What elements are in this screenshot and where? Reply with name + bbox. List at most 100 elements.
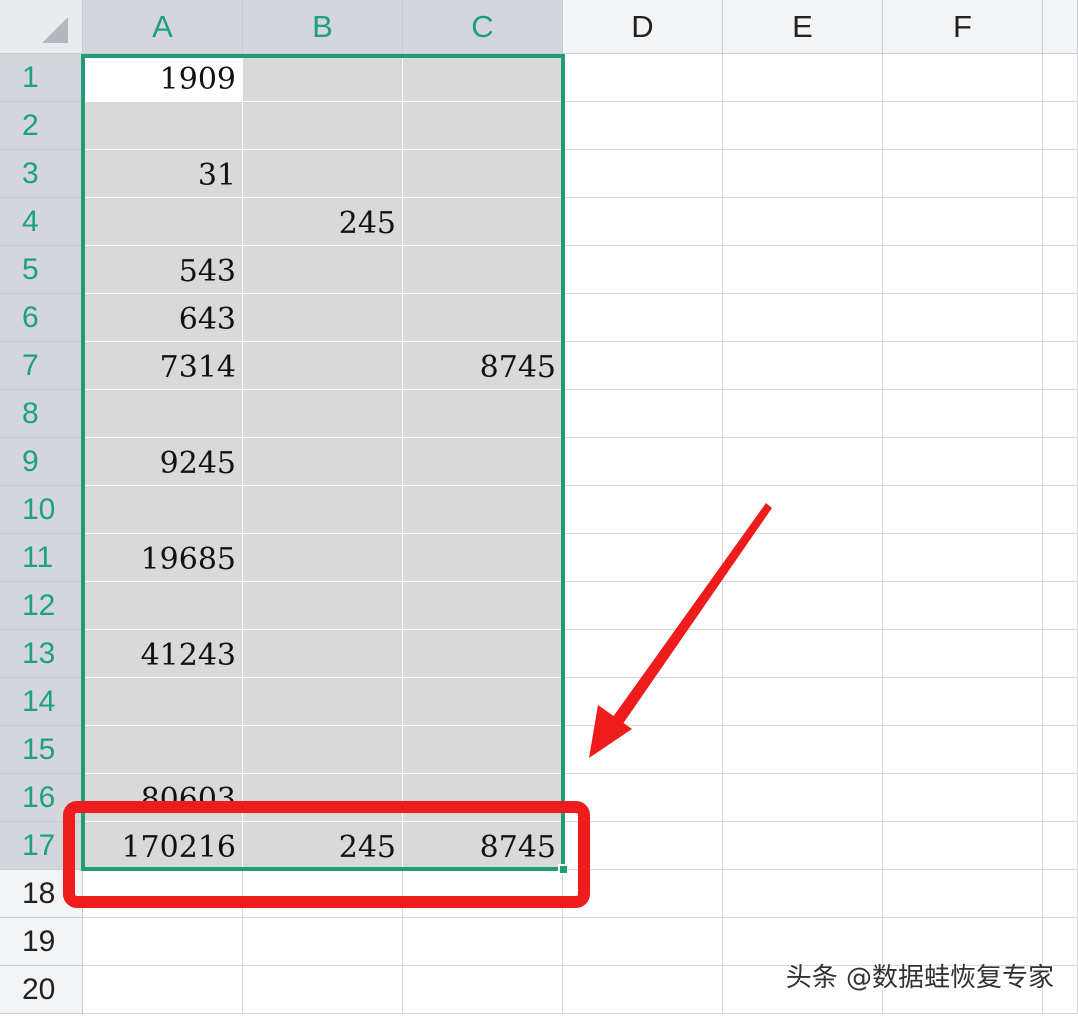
cell-f1[interactable] [883, 54, 1043, 102]
cell-g10[interactable] [1043, 486, 1078, 534]
cell-e3[interactable] [723, 150, 883, 198]
cell-a7[interactable]: 7314 [83, 342, 243, 390]
cell-e14[interactable] [723, 678, 883, 726]
cell-b10[interactable] [243, 486, 403, 534]
row-header-16[interactable]: 16 [0, 774, 83, 822]
cell-a4[interactable] [83, 198, 243, 246]
cell-c1[interactable] [403, 54, 563, 102]
cell-c15[interactable] [403, 726, 563, 774]
cell-g9[interactable] [1043, 438, 1078, 486]
cell-d17[interactable] [563, 822, 723, 870]
cell-d14[interactable] [563, 678, 723, 726]
cell-a13[interactable]: 41243 [83, 630, 243, 678]
cell-d12[interactable] [563, 582, 723, 630]
cell-c18[interactable] [403, 870, 563, 918]
cell-f4[interactable] [883, 198, 1043, 246]
row-header-5[interactable]: 5 [0, 246, 83, 294]
row-header-18[interactable]: 18 [0, 870, 83, 918]
cell-e17[interactable] [723, 822, 883, 870]
cell-b20[interactable] [243, 966, 403, 1014]
cell-g17[interactable] [1043, 822, 1078, 870]
cell-f12[interactable] [883, 582, 1043, 630]
cell-d8[interactable] [563, 390, 723, 438]
cell-e9[interactable] [723, 438, 883, 486]
cell-g5[interactable] [1043, 246, 1078, 294]
cell-d5[interactable] [563, 246, 723, 294]
cell-a17[interactable]: 170216 [83, 822, 243, 870]
cell-g11[interactable] [1043, 534, 1078, 582]
cell-e8[interactable] [723, 390, 883, 438]
cell-e6[interactable] [723, 294, 883, 342]
cell-e5[interactable] [723, 246, 883, 294]
cell-c5[interactable] [403, 246, 563, 294]
cell-c9[interactable] [403, 438, 563, 486]
cell-b18[interactable] [243, 870, 403, 918]
cell-f8[interactable] [883, 390, 1043, 438]
cell-a2[interactable] [83, 102, 243, 150]
cell-f16[interactable] [883, 774, 1043, 822]
cell-g8[interactable] [1043, 390, 1078, 438]
cell-b11[interactable] [243, 534, 403, 582]
cell-g14[interactable] [1043, 678, 1078, 726]
cell-b5[interactable] [243, 246, 403, 294]
cell-a16[interactable]: 80603 [83, 774, 243, 822]
cell-c7[interactable]: 8745 [403, 342, 563, 390]
cell-c4[interactable] [403, 198, 563, 246]
cell-f3[interactable] [883, 150, 1043, 198]
cell-d4[interactable] [563, 198, 723, 246]
cell-a18[interactable] [83, 870, 243, 918]
cell-a6[interactable]: 643 [83, 294, 243, 342]
cell-c10[interactable] [403, 486, 563, 534]
cell-e7[interactable] [723, 342, 883, 390]
cell-f17[interactable] [883, 822, 1043, 870]
cell-g18[interactable] [1043, 870, 1078, 918]
row-header-19[interactable]: 19 [0, 918, 83, 966]
cell-b8[interactable] [243, 390, 403, 438]
cell-a3[interactable]: 31 [83, 150, 243, 198]
cell-g2[interactable] [1043, 102, 1078, 150]
row-header-14[interactable]: 14 [0, 678, 83, 726]
cell-b7[interactable] [243, 342, 403, 390]
cell-e4[interactable] [723, 198, 883, 246]
cell-b6[interactable] [243, 294, 403, 342]
cell-g4[interactable] [1043, 198, 1078, 246]
column-header-a[interactable]: A [83, 0, 243, 54]
column-header-b[interactable]: B [243, 0, 403, 54]
cell-f7[interactable] [883, 342, 1043, 390]
cell-f18[interactable] [883, 870, 1043, 918]
row-header-2[interactable]: 2 [0, 102, 83, 150]
cell-b16[interactable] [243, 774, 403, 822]
row-header-1[interactable]: 1 [0, 54, 83, 102]
row-header-6[interactable]: 6 [0, 294, 83, 342]
cell-b19[interactable] [243, 918, 403, 966]
cell-d15[interactable] [563, 726, 723, 774]
cell-c14[interactable] [403, 678, 563, 726]
cell-e13[interactable] [723, 630, 883, 678]
cell-e18[interactable] [723, 870, 883, 918]
cell-g1[interactable] [1043, 54, 1078, 102]
cell-g7[interactable] [1043, 342, 1078, 390]
row-header-11[interactable]: 11 [0, 534, 83, 582]
cell-f2[interactable] [883, 102, 1043, 150]
row-header-3[interactable]: 3 [0, 150, 83, 198]
cell-a5[interactable]: 543 [83, 246, 243, 294]
cell-g16[interactable] [1043, 774, 1078, 822]
cell-a19[interactable] [83, 918, 243, 966]
cell-d11[interactable] [563, 534, 723, 582]
cell-b9[interactable] [243, 438, 403, 486]
cell-g3[interactable] [1043, 150, 1078, 198]
cell-d7[interactable] [563, 342, 723, 390]
row-header-4[interactable]: 4 [0, 198, 83, 246]
row-header-8[interactable]: 8 [0, 390, 83, 438]
row-header-15[interactable]: 15 [0, 726, 83, 774]
cell-f9[interactable] [883, 438, 1043, 486]
cell-b1[interactable] [243, 54, 403, 102]
cell-d10[interactable] [563, 486, 723, 534]
cell-d2[interactable] [563, 102, 723, 150]
column-header-partial[interactable] [1043, 0, 1078, 54]
cell-c11[interactable] [403, 534, 563, 582]
cell-e15[interactable] [723, 726, 883, 774]
cell-d9[interactable] [563, 438, 723, 486]
cell-e1[interactable] [723, 54, 883, 102]
cell-c13[interactable] [403, 630, 563, 678]
